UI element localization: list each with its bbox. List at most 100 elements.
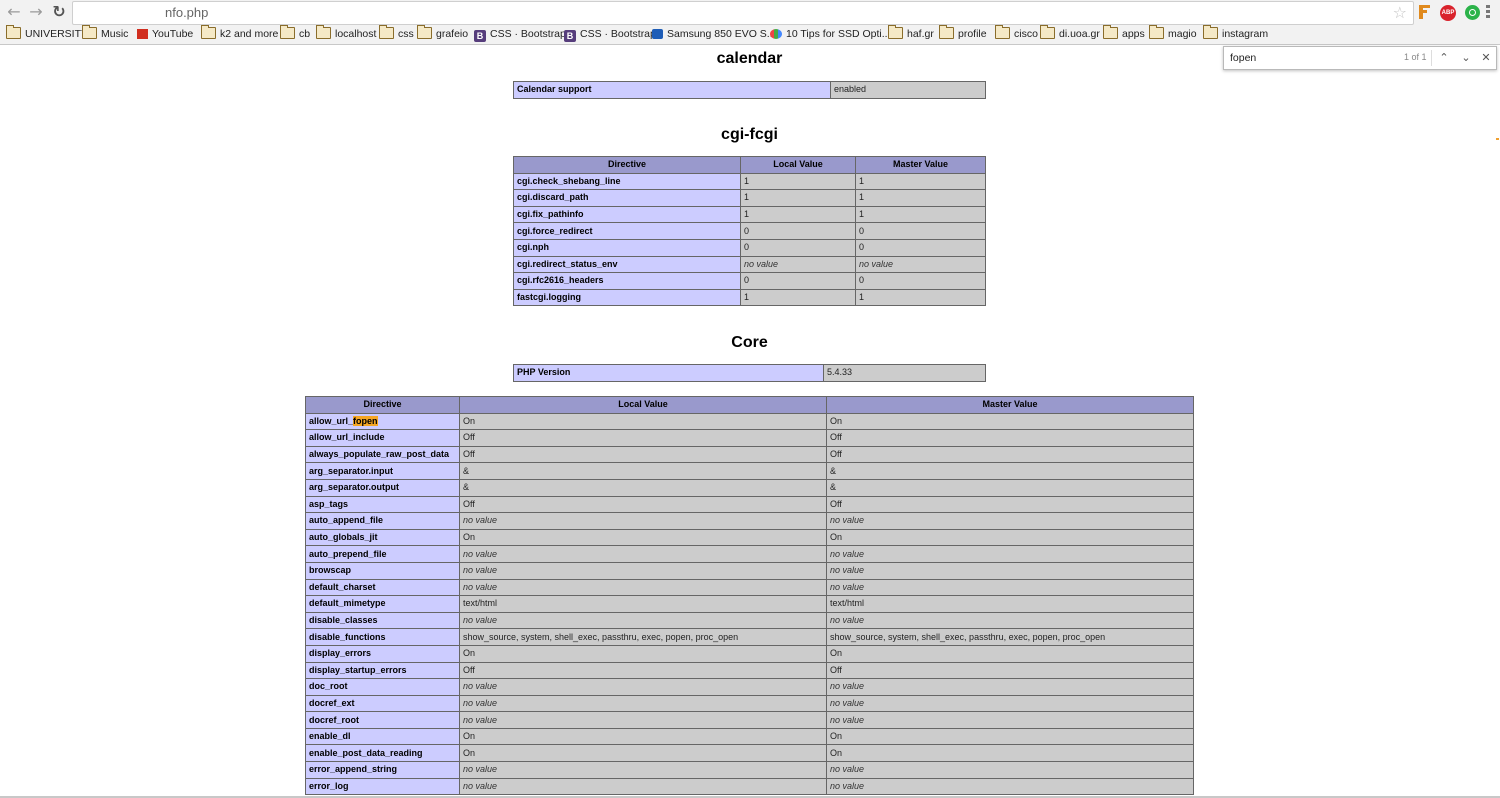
bookmark-item[interactable]: di.uoa.gr [1040,25,1100,41]
bookmark-item[interactable]: grafeio [417,25,469,41]
calendar-table: Calendar support enabled [513,81,986,99]
adblock-plus-icon[interactable]: ABP [1440,5,1456,21]
directive-name: disable_classes [305,611,460,630]
bookmark-item[interactable]: css [379,25,414,41]
master-value: 0 [855,238,986,257]
cgi-fcgi-table: Directive Local Value Master Value cgi.c… [513,156,986,307]
folder-icon [939,25,954,39]
menu-icon[interactable] [1486,5,1490,19]
table-row: error_append_string no value no value [305,761,1194,779]
directive-name: error_log [305,777,460,796]
address-bar[interactable]: nfo.php ☆ [72,1,1414,25]
table-row: disable_functions show_source, system, sh… [305,628,1194,646]
bookmark-label: CSS · Bootstrap [580,28,656,40]
directive-name: enable_post_data_reading [305,744,460,763]
local-value: Off [459,429,827,447]
master-value: Off [826,661,1194,680]
table-row: always_populate_raw_post_data Off Off [305,445,1194,464]
folder-icon [82,25,97,39]
bookmark-star-icon[interactable]: ☆ [1393,3,1407,22]
table-row: PHP Version 5.4.33 [513,364,986,382]
bookmark-item[interactable]: apps [1103,25,1145,41]
no-value-text: no value [463,548,498,559]
cgi-fcgi-heading: cgi-fcgi [721,126,778,143]
directive-name: allow_url_fopen [305,412,460,431]
folder-icon [1040,25,1055,39]
grammarly-icon[interactable] [1465,5,1480,20]
bookmark-item[interactable]: haf.gr [888,25,934,41]
master-value: no value [826,711,1194,729]
bookmark-item[interactable]: YouTube [137,27,193,41]
local-value: On [459,744,827,763]
calendar-support-label: Calendar support [513,81,831,99]
bookmark-item[interactable]: profile [939,25,987,41]
master-value: no value [826,578,1194,597]
bookmark-label: haf.gr [907,28,934,40]
master-value: no value [826,561,1194,580]
bookmark-item[interactable]: UNIVERSITY [6,25,88,41]
local-value: 0 [740,222,856,240]
master-value: no value [826,512,1194,530]
directive-name: arg_separator.input [305,462,460,480]
no-value-text: no value [463,714,498,725]
folder-icon [379,25,394,39]
column-header: Local Value [459,396,827,414]
directive-name: enable_dl [305,727,460,746]
no-value-text: no value [830,548,865,559]
master-value: 1 [855,189,986,207]
bookmark-label: Music [101,28,129,40]
column-header: Master Value [826,396,1194,414]
bookmark-item[interactable]: B CSS · Bootstrap [564,27,656,42]
bookmark-item[interactable]: B CSS · Bootstrap [474,27,566,42]
master-value: 1 [855,288,986,307]
local-value: Off [459,495,827,514]
table-row: cgi.rfc2616_headers 0 0 [513,272,986,290]
bookmark-item[interactable]: Samsung 850 EVO S... [652,27,776,41]
local-value: & [459,462,827,480]
forward-icon[interactable]: → [27,3,45,21]
directive-name-prefix: allow_url_ [309,415,354,426]
no-value-text: no value [744,258,779,269]
directive-name: cgi.nph [513,238,741,257]
folder-icon [201,25,216,39]
bookmark-label: instagram [1222,28,1269,40]
no-value-text: no value [463,615,498,626]
bookmark-item[interactable]: instagram [1203,25,1269,41]
no-value-text: no value [830,714,865,725]
bookmark-item[interactable]: Music [82,25,129,41]
table-row: default_mimetype text/html text/html [305,595,1194,613]
local-value: no value [459,711,827,729]
url-text: nfo.php [165,5,209,20]
local-value: Off [459,661,827,680]
table-row: cgi.check_shebang_line 1 1 [513,172,986,191]
no-value-text: no value [463,780,498,791]
directive-name: cgi.rfc2616_headers [513,272,741,290]
no-value-text: no value [830,581,865,592]
bookmarks-bar: UNIVERSITY Music YouTube k2 and more cb local… [0,25,1500,43]
redacted-url-area [73,2,165,24]
master-value: no value [826,545,1194,563]
directive-name: asp_tags [305,495,460,514]
reload-icon[interactable]: ↻ [50,3,68,21]
bookmark-item[interactable]: cisco [995,25,1038,41]
back-icon[interactable]: ← [5,3,23,21]
bookmark-item[interactable]: 10 Tips for SSD Opti... [770,27,890,41]
bookmark-label: grafeio [436,28,469,40]
extension-key-icon[interactable] [1418,4,1432,20]
table-row: auto_globals_jit On On [305,528,1194,547]
table-row: display_errors On On [305,644,1194,663]
master-value: 0 [855,272,986,290]
directive-name: docref_root [305,711,460,729]
bookmark-item[interactable]: k2 and more [201,25,278,41]
bookmark-label: 10 Tips for SSD Opti... [786,28,891,40]
local-value: no value [459,561,827,580]
php-version-label: PHP Version [513,364,824,382]
find-scroll-marker [1496,138,1499,140]
bookmark-item[interactable]: magio [1149,25,1197,41]
bookmark-item[interactable]: localhost [316,25,376,41]
local-value: no value [459,512,827,530]
bookmark-item[interactable]: cb [280,25,310,41]
master-value: Off [826,429,1194,447]
master-value: text/html [826,595,1194,613]
find-highlight: fopen [353,415,378,426]
